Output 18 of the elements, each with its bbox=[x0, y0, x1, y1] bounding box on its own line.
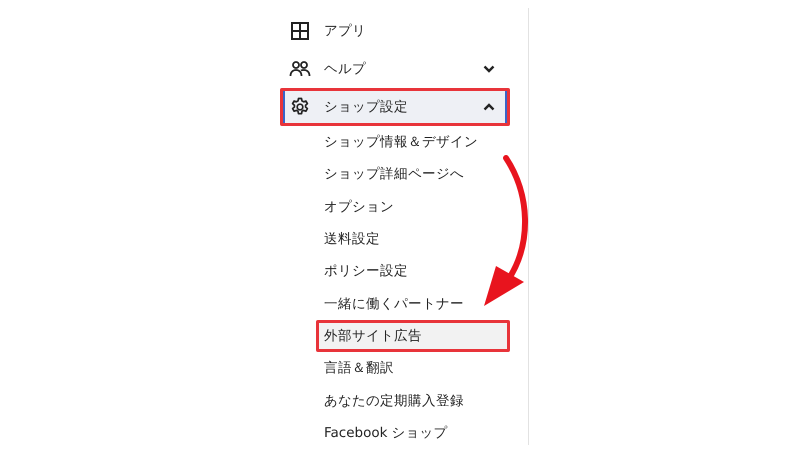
submenu-item[interactable]: 送料設定 bbox=[316, 222, 383, 256]
chevron-icon bbox=[483, 65, 495, 73]
grid-icon bbox=[290, 21, 310, 41]
submenu-item[interactable]: ポリシー設定 bbox=[316, 255, 411, 288]
submenu-item[interactable]: 一緒に働くパートナー bbox=[316, 287, 467, 320]
settings-icon bbox=[290, 97, 310, 117]
menu-item[interactable]: ヘルプ bbox=[280, 50, 510, 88]
menu-item[interactable]: ショップ設定 bbox=[280, 88, 510, 126]
people-icon bbox=[289, 59, 311, 79]
submenu-item[interactable]: あなたの定期購入登録 bbox=[316, 384, 467, 417]
submenu-item[interactable]: Facebook ショップ bbox=[316, 416, 451, 449]
submenu-item[interactable]: ショップ詳細ページへ bbox=[316, 158, 467, 191]
submenu-item[interactable]: 外部サイト広告 bbox=[316, 320, 510, 352]
chevron-icon bbox=[483, 103, 495, 111]
submenu-item[interactable]: ショップ情報＆デザイン bbox=[316, 126, 481, 158]
menu-item[interactable]: アプリ bbox=[280, 12, 510, 50]
submenu-item[interactable]: 言語＆翻訳 bbox=[316, 352, 397, 384]
submenu-item[interactable]: オプション bbox=[316, 190, 397, 223]
